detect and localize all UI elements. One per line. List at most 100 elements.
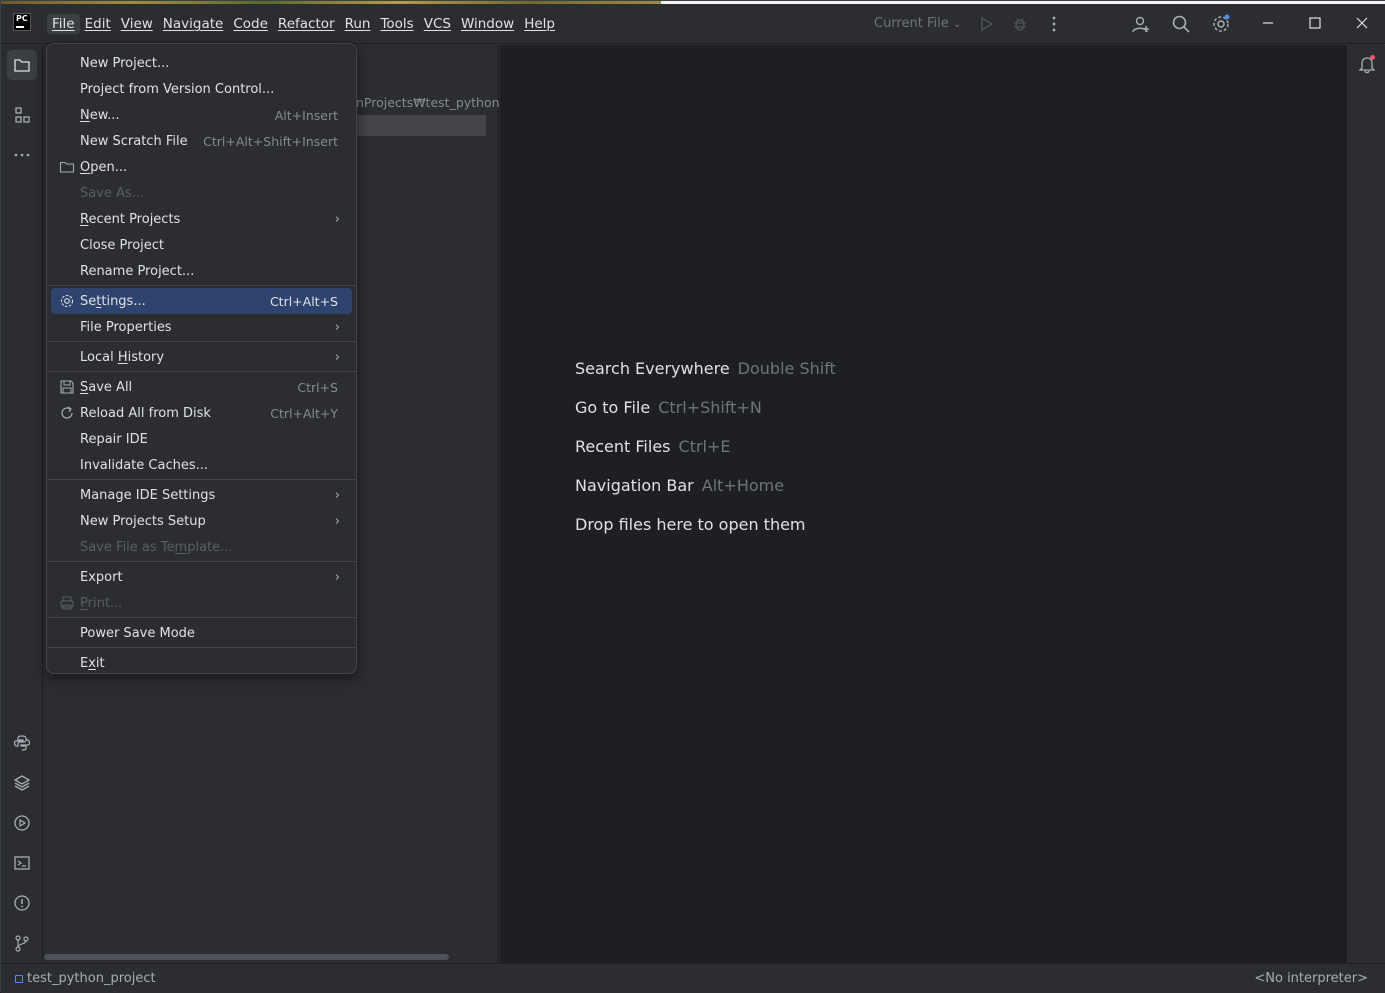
file-menu-item-new-project[interactable]: New Project...	[51, 50, 352, 76]
menu-item-label: Invalidate Caches...	[80, 457, 209, 473]
project-square-icon	[15, 974, 23, 983]
file-menu-item-local-history[interactable]: Local History ›	[51, 344, 352, 370]
menu-file[interactable]: File	[47, 14, 80, 34]
status-project-name: test_python_project	[27, 971, 156, 986]
debug-icon[interactable]	[1010, 14, 1030, 34]
menu-help[interactable]: Help	[519, 14, 560, 34]
title-bar: PC File Edit View Navigate Code Refactor…	[1, 4, 1385, 44]
chevron-right-icon: ›	[334, 487, 340, 503]
file-menu-item-new-scratch-file[interactable]: New Scratch File Ctrl+Alt+Shift+Insert	[51, 128, 352, 154]
menu-window[interactable]: Window	[456, 14, 519, 34]
menu-item-shortcut: Ctrl+Alt+Y	[270, 405, 338, 421]
project-tree-selection[interactable]	[356, 115, 486, 136]
file-menu-item-power-save-mode[interactable]: Power Save Mode	[51, 620, 352, 646]
file-menu-item-save-all[interactable]: Save All Ctrl+S	[51, 374, 352, 400]
file-menu-item-save-file-as-template: Save File as Template...	[51, 534, 352, 560]
add-user-icon[interactable]	[1131, 14, 1151, 34]
project-folder-icon[interactable]	[7, 50, 37, 80]
hint-label: Drop files here to open them	[575, 515, 806, 534]
left-tool-strip	[1, 45, 43, 963]
menu-edit[interactable]: Edit	[80, 14, 116, 34]
horizontal-scrollbar[interactable]	[44, 954, 449, 960]
menu-refactor[interactable]: Refactor	[273, 14, 340, 34]
file-menu-item-print: Print...	[51, 590, 352, 616]
menu-item-shortcut: Ctrl+Alt+S	[269, 293, 338, 309]
status-bar: test_python_project <No interpreter>	[1, 963, 1385, 993]
menu-separator	[47, 617, 356, 618]
editor-empty-area: Search Everywhere Double Shift Go to File…	[500, 45, 1346, 963]
menu-navigate[interactable]: Navigate	[158, 14, 229, 34]
pycharm-logo-icon[interactable]: PC	[13, 13, 31, 31]
hint-label: Recent Files	[575, 437, 671, 456]
menu-item-label: New Project...	[80, 55, 170, 71]
file-menu-item-close-project[interactable]: Close Project	[51, 232, 352, 258]
structure-icon[interactable]	[10, 103, 34, 127]
print-icon	[59, 595, 75, 611]
notifications-bell-icon[interactable]	[1357, 54, 1377, 74]
minimize-icon[interactable]	[1259, 14, 1277, 32]
file-menu-item-exit[interactable]: Exit	[51, 650, 352, 676]
chevron-down-icon: ⌄	[952, 19, 962, 30]
hint-shortcut: Alt+Home	[701, 476, 785, 495]
maximize-icon[interactable]	[1306, 14, 1324, 32]
right-tool-strip	[1346, 45, 1385, 963]
file-menu-item-new-projects-setup[interactable]: New Projects Setup ›	[51, 508, 352, 534]
python-packages-icon[interactable]	[10, 771, 34, 795]
menu-item-label: Exit	[80, 655, 105, 671]
run-config-selector[interactable]: Current File ⌄	[874, 16, 961, 31]
hint-label: Navigation Bar	[575, 476, 694, 495]
file-menu-item-invalidate-caches[interactable]: Invalidate Caches...	[51, 452, 352, 478]
menu-item-label: Manage IDE Settings	[80, 487, 216, 503]
hint-shortcut: Ctrl+E	[678, 437, 731, 456]
main-menu-bar: File Edit View Navigate Code Refactor Ru…	[47, 14, 560, 34]
more-tools-icon[interactable]	[10, 143, 34, 167]
menu-view[interactable]: View	[116, 14, 158, 34]
reload-icon	[59, 405, 75, 421]
file-menu-item-reload-all-from-disk[interactable]: Reload All from Disk Ctrl+Alt+Y	[51, 400, 352, 426]
ide-settings-gear-icon[interactable]	[1211, 14, 1231, 34]
file-menu-item-rename-project[interactable]: Rename Project...	[51, 258, 352, 284]
project-root-path[interactable]: nProjects₩test_python_p	[356, 95, 499, 110]
menu-separator	[47, 561, 356, 562]
chevron-right-icon: ›	[334, 569, 340, 585]
file-menu-item-project-from-version-control[interactable]: Project from Version Control...	[51, 76, 352, 102]
menu-item-label: Save File as Template...	[80, 539, 233, 555]
hint-go-to-file: Go to File Ctrl+Shift+N	[575, 398, 762, 417]
status-project-widget[interactable]: test_python_project	[15, 971, 156, 986]
menu-code[interactable]: Code	[228, 14, 273, 34]
file-menu-item-save-as: Save As...	[51, 180, 352, 206]
search-icon[interactable]	[1171, 14, 1191, 34]
menu-item-label: File Properties	[80, 319, 172, 335]
menu-item-label: Rename Project...	[80, 263, 195, 279]
more-actions-icon[interactable]	[1044, 14, 1064, 34]
menu-vcs[interactable]: VCS	[419, 14, 456, 34]
file-menu-item-export[interactable]: Export ›	[51, 564, 352, 590]
file-menu-item-manage-ide-settings[interactable]: Manage IDE Settings ›	[51, 482, 352, 508]
python-console-icon[interactable]	[10, 731, 34, 755]
menu-separator	[47, 479, 356, 480]
terminal-icon[interactable]	[10, 851, 34, 875]
git-icon[interactable]	[10, 931, 34, 955]
menu-item-shortcut: Ctrl+S	[297, 379, 338, 395]
menu-separator	[47, 647, 356, 648]
menu-item-label: Save As...	[80, 185, 145, 201]
file-menu-item-recent-projects[interactable]: Recent Projects ›	[51, 206, 352, 232]
menu-tools[interactable]: Tools	[375, 14, 418, 34]
menu-item-label: New...	[80, 107, 120, 123]
close-icon[interactable]	[1353, 14, 1371, 32]
file-menu-item-open[interactable]: Open...	[51, 154, 352, 180]
file-menu-item-repair-ide[interactable]: Repair IDE	[51, 426, 352, 452]
chevron-right-icon: ›	[334, 349, 340, 365]
services-icon[interactable]	[10, 811, 34, 835]
file-menu-item-file-properties[interactable]: File Properties ›	[51, 314, 352, 340]
file-menu-item-new[interactable]: New... Alt+Insert	[51, 102, 352, 128]
chevron-right-icon: ›	[334, 319, 340, 335]
chevron-right-icon: ›	[334, 513, 340, 529]
menu-run[interactable]: Run	[340, 14, 376, 34]
problems-icon[interactable]	[10, 891, 34, 915]
hint-drop-files: Drop files here to open them	[575, 515, 806, 534]
interpreter-selector[interactable]: <No interpreter>	[1254, 971, 1368, 986]
run-icon[interactable]	[976, 14, 996, 34]
file-menu-item-settings[interactable]: Settings... Ctrl+Alt+S	[51, 288, 352, 314]
folder-icon	[59, 159, 75, 175]
